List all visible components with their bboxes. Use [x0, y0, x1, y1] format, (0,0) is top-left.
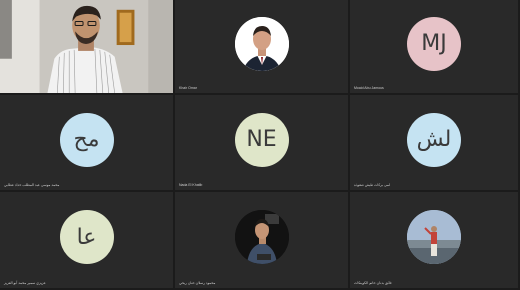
- participant-avatar: NE: [234, 112, 289, 167]
- person-outdoors-icon: [407, 210, 461, 265]
- participant-tile-6[interactable]: لش لمى بركات طيش صغوذه: [350, 95, 520, 192]
- participant-name: Moaid Abu Jamous: [354, 86, 384, 90]
- participant-tile-3[interactable]: MJ Moaid Abu Jamous: [350, 0, 520, 95]
- man-on-dark-icon: [234, 210, 289, 265]
- avatar-initials: MJ: [421, 31, 447, 57]
- avatar-initials: NE: [246, 127, 277, 153]
- participant-tile-1[interactable]: [0, 0, 175, 95]
- participant-name: Khair Omar: [179, 86, 197, 90]
- participant-name: محمد موسى عبد المطلب حداد عطابي: [4, 183, 60, 187]
- participant-name: فائق بدنان حاتم الكوينكاث: [354, 281, 392, 285]
- participant-tile-2[interactable]: Khair Omar: [175, 0, 350, 95]
- participant-tile-8[interactable]: محمود رسلان حنان ريحي: [175, 192, 350, 290]
- participant-tile-4[interactable]: مح محمد موسى عبد المطلب حداد عطابي: [0, 95, 175, 192]
- participant-tile-7[interactable]: عا عزيزي سمير محمد أبو العزيز: [0, 192, 175, 290]
- participant-name: لمى بركات طيش صغوذه: [354, 183, 391, 187]
- avatar-initials: لش: [416, 127, 452, 153]
- participant-avatar: مح: [59, 112, 114, 167]
- participant-name: عزيزي سمير محمد أبو العزيز: [4, 281, 46, 285]
- participant-avatar: لش: [407, 112, 461, 167]
- participant-avatar: عا: [59, 210, 114, 265]
- participant-avatar: [234, 16, 289, 71]
- participant-name: محمود رسلان حنان ريحي: [179, 281, 216, 285]
- participant-tile-5[interactable]: NE Nada El Khatib: [175, 95, 350, 192]
- avatar-initials: عا: [76, 224, 97, 250]
- participant-avatar: [407, 210, 461, 265]
- participant-name: Nada El Khatib: [179, 183, 203, 187]
- participant-grid: Khair Omar MJ Moaid Abu Jamous مح محمد م…: [0, 0, 520, 290]
- man-in-suit-icon: [234, 16, 289, 71]
- participant-avatar: [234, 210, 289, 265]
- participant-video: [0, 0, 173, 93]
- participant-avatar: MJ: [407, 16, 461, 71]
- avatar-initials: مح: [73, 127, 100, 153]
- participant-tile-9[interactable]: فائق بدنان حاتم الكوينكاث: [350, 192, 520, 290]
